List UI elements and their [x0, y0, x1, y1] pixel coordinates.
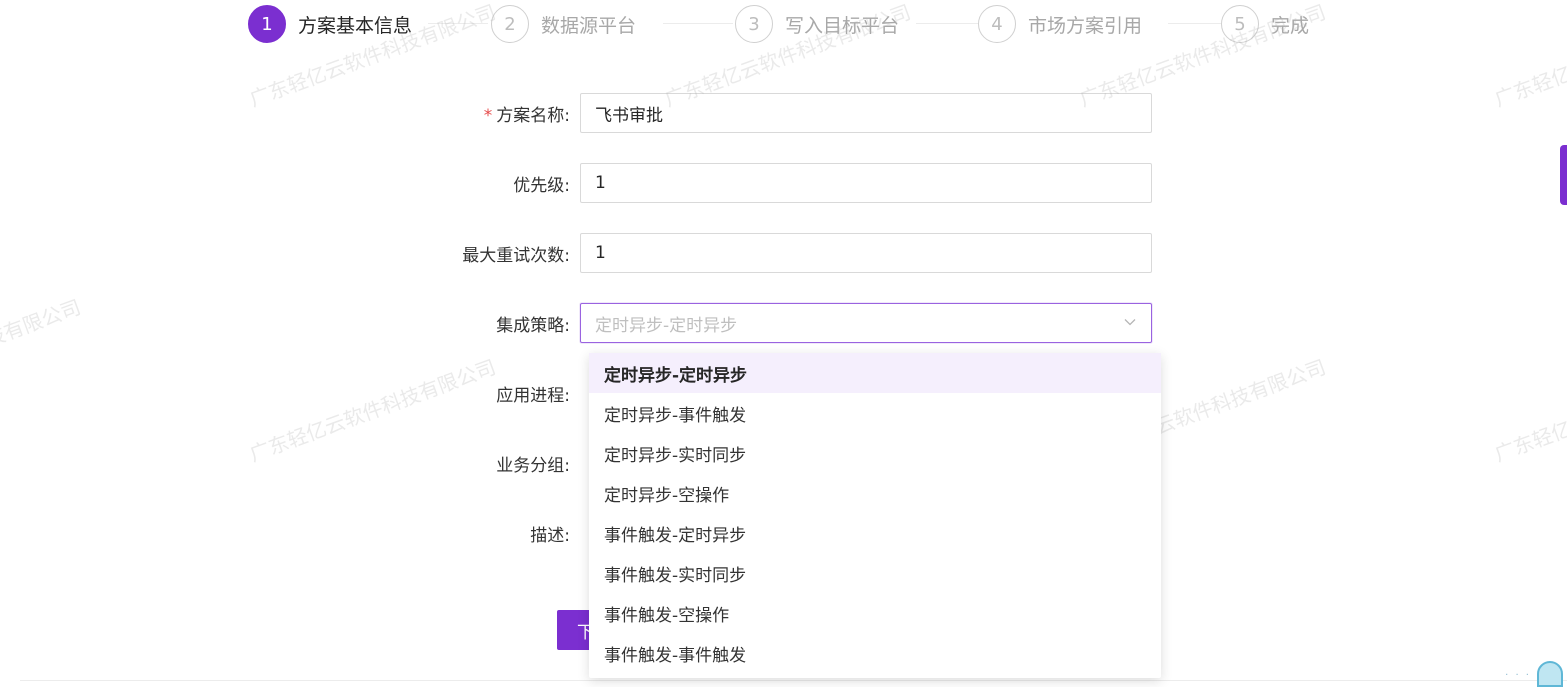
form-row-retry: 最大重试次数: 1: [380, 233, 1152, 273]
group-label: 业务分组:: [496, 455, 570, 476]
step-connector: [1168, 23, 1223, 24]
form-row-process: 应用进程:: [380, 373, 580, 413]
divider: [20, 680, 1567, 681]
side-drawer-handle[interactable]: [1560, 145, 1567, 205]
dropdown-option[interactable]: 事件触发-空操作: [589, 593, 1161, 633]
dropdown-option[interactable]: 定时异步-事件触发: [589, 393, 1161, 433]
step-number: 2: [491, 5, 529, 43]
required-mark: *: [483, 105, 493, 126]
priority-input[interactable]: 1: [580, 163, 1152, 203]
chevron-down-icon: [1124, 319, 1136, 326]
watermark-text: 广东轻亿云软件科技有限公司: [1491, 354, 1567, 467]
form-row-desc: 描述:: [380, 513, 580, 553]
strategy-dropdown: 定时异步-定时异步 定时异步-事件触发 定时异步-实时同步 定时异步-空操作 事…: [589, 353, 1161, 678]
form-row-strategy: 集成策略: 定时异步-定时异步: [380, 303, 1152, 343]
step-connector: [916, 23, 981, 24]
priority-label: 优先级:: [513, 175, 570, 196]
step-title: 市场方案引用: [1028, 14, 1143, 37]
step-number: 4: [978, 5, 1016, 43]
dropdown-option[interactable]: 定时异步-实时同步: [589, 433, 1161, 473]
step-title: 方案基本信息: [298, 14, 413, 37]
retry-input[interactable]: 1: [580, 233, 1152, 273]
step-connector: [663, 23, 733, 24]
step-number: 3: [735, 5, 773, 43]
step-3[interactable]: 3 写入目标平台: [735, 4, 899, 44]
step-title: 完成: [1271, 14, 1310, 37]
step-number: 5: [1221, 5, 1259, 43]
dropdown-option[interactable]: 事件触发-定时异步: [589, 513, 1161, 553]
watermark-text: 广东轻亿云软件科技有限公司: [1491, 0, 1567, 112]
name-input[interactable]: 飞书审批: [580, 93, 1152, 133]
step-5[interactable]: 5 完成: [1221, 4, 1309, 44]
step-4[interactable]: 4 市场方案引用: [978, 4, 1142, 44]
step-number: 1: [248, 5, 286, 43]
step-title: 数据源平台: [541, 14, 637, 37]
decorative-dots: · · ·: [1505, 670, 1531, 681]
strategy-placeholder: 定时异步-定时异步: [595, 315, 738, 336]
retry-label: 最大重试次数:: [462, 245, 570, 266]
dropdown-option[interactable]: 事件触发-实时同步: [589, 553, 1161, 593]
strategy-label: 集成策略:: [496, 315, 570, 336]
step-connector: [428, 23, 488, 24]
dropdown-option[interactable]: 定时异步-空操作: [589, 473, 1161, 513]
step-title: 写入目标平台: [785, 14, 900, 37]
form-row-name: * 方案名称: 飞书审批: [380, 93, 1152, 133]
desc-label: 描述:: [530, 525, 570, 546]
assistant-avatar-icon[interactable]: [1537, 661, 1563, 687]
dropdown-option[interactable]: 定时异步-定时异步: [589, 353, 1161, 393]
process-label: 应用进程:: [496, 385, 570, 406]
step-1[interactable]: 1 方案基本信息: [248, 4, 412, 44]
form-row-group: 业务分组:: [380, 443, 580, 483]
watermark-text: 广东轻亿云软件科技有限公司: [0, 294, 84, 407]
form-row-priority: 优先级: 1: [380, 163, 1152, 203]
steps-bar: 1 方案基本信息 2 数据源平台 3 写入目标平台 4 市场方案引用 5 完成: [248, 4, 1328, 44]
step-2[interactable]: 2 数据源平台: [491, 4, 636, 44]
strategy-select[interactable]: 定时异步-定时异步: [580, 303, 1152, 343]
dropdown-option[interactable]: 事件触发-事件触发: [589, 633, 1161, 673]
name-label: * 方案名称:: [483, 105, 570, 126]
